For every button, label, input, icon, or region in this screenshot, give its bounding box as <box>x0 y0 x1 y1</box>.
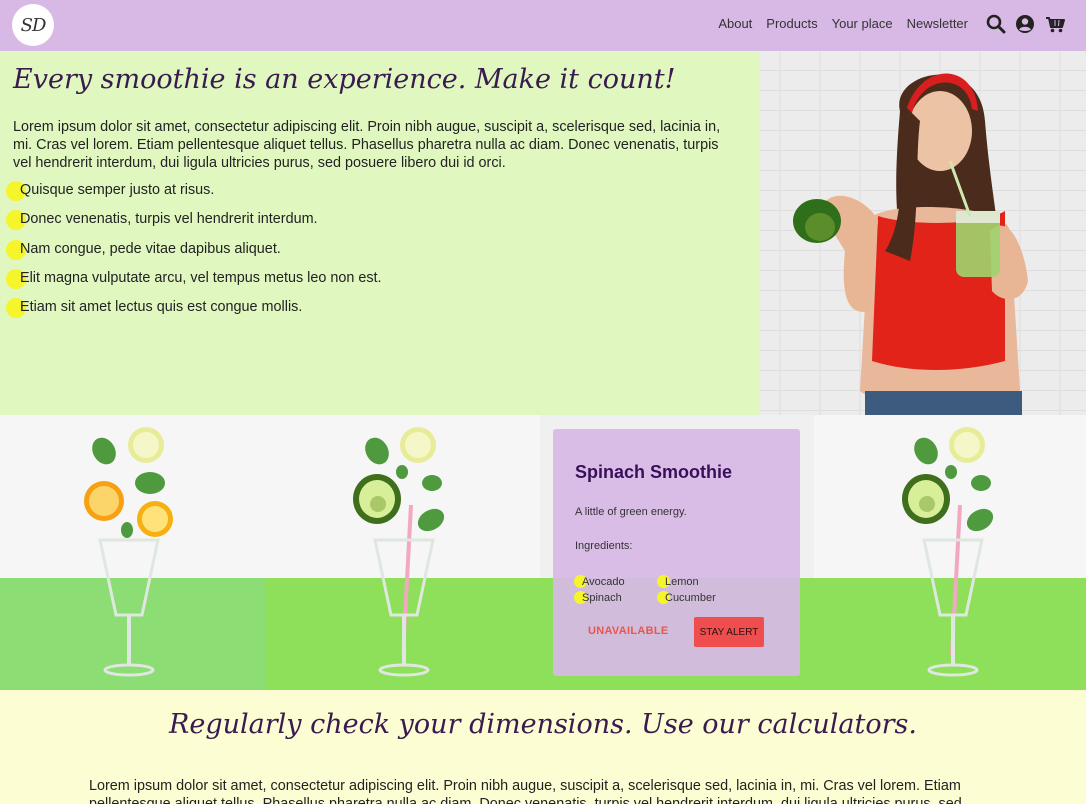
nav-products[interactable]: Products <box>766 16 817 31</box>
list-item: Nam congue, pede vitae dapibus aliquet. <box>6 239 382 269</box>
search-icon[interactable] <box>986 14 1006 34</box>
user-icon[interactable] <box>1015 14 1035 34</box>
cart-icon[interactable] <box>1045 14 1067 34</box>
site-header: SD About Products Your place Newsletter <box>0 0 1086 51</box>
product-tile[interactable] <box>265 415 540 690</box>
list-item: Elit magna vulputate arcu, vel tempus me… <box>6 268 382 298</box>
ingredient-item: Lemon <box>657 575 699 588</box>
product-tile[interactable] <box>0 415 272 690</box>
hero-paragraph: Lorem ipsum dolor sit amet, consectetur … <box>13 119 721 171</box>
section-title: Regularly check your dimensions. Use our… <box>169 709 917 740</box>
smoothie-glass-illustration <box>353 427 445 677</box>
section-paragraph: Lorem ipsum dolor sit amet, consectetur … <box>89 778 962 804</box>
product-title: Spinach Smoothie <box>575 462 733 482</box>
smoothie-glass-illustration <box>84 427 173 677</box>
list-item: Etiam sit amet lectus quis est congue mo… <box>6 298 382 327</box>
hero-title: Every smoothie is an experience. Make it… <box>13 64 676 95</box>
product-tile[interactable] <box>814 415 1086 690</box>
hero-bullet-list: Quisque semper justo at risus. Donec ven… <box>6 181 382 327</box>
ingredient-item: Cucumber <box>657 591 716 604</box>
logo[interactable]: SD <box>12 4 54 46</box>
calculators-section: Regularly check your dimensions. Use our… <box>0 690 1086 804</box>
list-item: Quisque semper justo at risus. <box>6 181 382 210</box>
unavailable-label: UNAVAILABLE <box>588 625 669 637</box>
woman-drinking-smoothie-image <box>760 51 1086 415</box>
nav-your-place[interactable]: Your place <box>832 16 893 31</box>
nav-about[interactable]: About <box>718 16 752 31</box>
ingredients-label: Ingredients: <box>575 540 633 552</box>
hero-photo <box>760 51 1086 415</box>
product-description: A little of green energy. <box>575 506 687 518</box>
ingredient-item: Avocado <box>574 575 625 588</box>
list-item: Donec venenatis, turpis vel hendrerit in… <box>6 210 382 239</box>
stay-alert-button[interactable]: STAY ALERT <box>694 617 764 647</box>
product-card: Spinach Smoothie A little of green energ… <box>553 429 800 676</box>
smoothie-glass-illustration <box>902 427 994 677</box>
main-nav: About Products Your place Newsletter <box>718 16 968 31</box>
nav-newsletter[interactable]: Newsletter <box>907 16 968 31</box>
ingredient-item: Spinach <box>574 591 622 604</box>
